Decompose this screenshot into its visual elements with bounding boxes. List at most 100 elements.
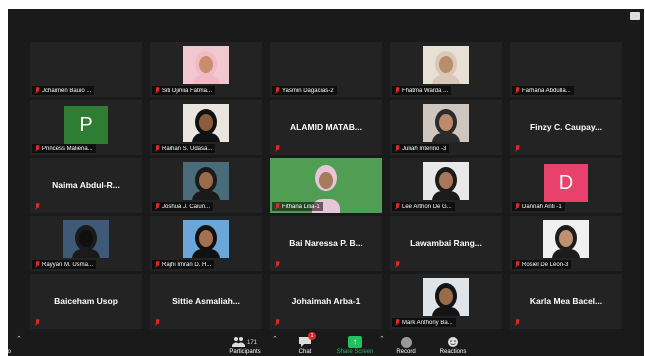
participant-name: Juliah Interino -3 xyxy=(402,145,447,152)
participant-name: Joshua J. Caiun... xyxy=(162,203,211,210)
participant-tile[interactable]: Yasmin Dagacias-2 xyxy=(270,42,382,97)
participant-name-label xyxy=(152,318,163,327)
participant-tile[interactable]: Johaimah Arba-1 xyxy=(270,274,382,329)
participant-display-name: Lawambai Rang... xyxy=(410,238,482,248)
participant-name: Jchaimen Bauio ... xyxy=(42,87,92,94)
view-toggle-icon[interactable] xyxy=(630,12,640,20)
participant-name-label xyxy=(512,318,523,327)
participant-name-label: Juliah Interino -3 xyxy=(392,144,450,153)
muted-mic-icon xyxy=(395,203,400,210)
avatar-initial: P xyxy=(64,106,108,144)
muted-mic-icon xyxy=(155,145,160,152)
chat-icon: 1 xyxy=(298,332,316,348)
chat-badge: 1 xyxy=(308,332,316,340)
muted-mic-icon xyxy=(155,319,160,326)
participant-tile[interactable]: Jchaimen Bauio ... xyxy=(30,42,142,97)
video-options-caret-icon[interactable]: ⌃ xyxy=(16,335,22,343)
participant-tile[interactable]: Sittie Asmaliah... xyxy=(150,274,262,329)
muted-mic-icon xyxy=(35,87,40,94)
muted-mic-icon xyxy=(155,203,160,210)
participant-tile[interactable]: Juliah Interino -3 xyxy=(390,100,502,155)
participant-tile[interactable]: D Dannah Anti -1 xyxy=(510,158,622,213)
participant-display-name: ALAMID MATAB... xyxy=(290,122,362,132)
participant-name: Lee Arthon De G... xyxy=(402,203,452,210)
participant-video-feed xyxy=(423,278,469,316)
participant-video-feed xyxy=(183,220,229,258)
participant-tile[interactable]: Siti Djiniia Fatma... xyxy=(150,42,262,97)
participant-tile[interactable]: Raihan S. Udasa... xyxy=(150,100,262,155)
video-button[interactable]: leo xyxy=(8,349,11,355)
participants-label: Participants xyxy=(229,349,261,355)
participant-name-label: Joshua J. Caiun... xyxy=(152,202,214,211)
muted-mic-icon xyxy=(155,87,160,94)
muted-mic-icon xyxy=(515,87,520,94)
participant-display-name: Johaimah Arba-1 xyxy=(291,296,361,306)
participant-tile[interactable]: Mark Anthony Ba... xyxy=(390,274,502,329)
participant-name-label: Jchaimen Bauio ... xyxy=(32,86,95,95)
participant-name: Princess Maliena... xyxy=(42,145,93,152)
participant-tile[interactable]: Rayyan M. Usma... xyxy=(30,216,142,271)
muted-mic-icon xyxy=(275,261,280,268)
participant-tile[interactable]: Farhana Abdulla... xyxy=(510,42,622,97)
muted-mic-icon xyxy=(515,261,520,268)
record-button[interactable]: Record xyxy=(393,337,419,355)
participant-tile[interactable]: Karla Mea Bacel... xyxy=(510,274,622,329)
participant-video-feed xyxy=(183,104,229,142)
participant-name-label: Yasmin Dagacias-2 xyxy=(272,86,337,95)
reactions-button[interactable]: Reactions xyxy=(436,336,470,355)
participant-tile[interactable]: ALAMID MATAB... xyxy=(270,100,382,155)
muted-mic-icon xyxy=(515,145,520,152)
participants-caret-icon[interactable]: ⌃ xyxy=(272,335,278,343)
share-screen-icon: ↑ xyxy=(348,336,362,348)
participant-name-label xyxy=(512,144,523,153)
participant-tile[interactable]: Joshua J. Caiun... xyxy=(150,158,262,213)
participant-grid: Jchaimen Bauio ... Siti Djiniia Fatma... Y… xyxy=(30,42,624,336)
muted-mic-icon xyxy=(395,319,400,326)
muted-mic-icon xyxy=(515,319,520,326)
chat-button[interactable]: 1 Chat xyxy=(293,332,317,355)
participant-name-label: Raihan S. Udasa... xyxy=(152,144,216,153)
participant-name-label xyxy=(392,260,403,269)
participant-video-feed xyxy=(183,46,229,84)
participant-name-label: Siti Djiniia Fatma... xyxy=(152,86,216,95)
meeting-window: Jchaimen Bauio ... Siti Djiniia Fatma... Y… xyxy=(8,9,644,356)
participant-display-name: Naima Abdul-R... xyxy=(52,180,120,190)
participant-name-label: Lee Arthon De G... xyxy=(392,202,455,211)
participant-tile[interactable]: Lee Arthon De G... xyxy=(390,158,502,213)
participant-name: Raihan S. Udasa... xyxy=(162,145,213,152)
participant-name-label xyxy=(272,318,283,327)
participant-tile[interactable]: Finzy C. Caupay... xyxy=(510,100,622,155)
muted-mic-icon xyxy=(155,261,160,268)
participant-tile[interactable]: Fhatma Warda ... xyxy=(390,42,502,97)
participant-display-name: Sittie Asmaliah... xyxy=(172,296,240,306)
participant-name-label: Rosiel De Leon-3 xyxy=(512,260,572,269)
participant-tile[interactable]: Bai Naressa P. B... xyxy=(270,216,382,271)
participant-tile[interactable]: Rajhi Imran D. H... xyxy=(150,216,262,271)
muted-mic-icon xyxy=(395,87,400,94)
muted-mic-icon xyxy=(275,203,280,210)
participant-video-feed xyxy=(63,220,109,258)
muted-mic-icon xyxy=(275,319,280,326)
muted-mic-icon xyxy=(395,261,400,268)
participant-name-label: Farhana Abdulla... xyxy=(512,86,574,95)
share-screen-button[interactable]: ↑ Share Screen xyxy=(333,336,377,355)
share-caret-icon[interactable]: ⌃ xyxy=(379,335,385,343)
participants-button[interactable]: 171 Participants xyxy=(220,336,270,355)
participant-tile[interactable]: Naima Abdul-R... xyxy=(30,158,142,213)
participant-tile[interactable]: Rosiel De Leon-3 xyxy=(510,216,622,271)
share-screen-label: Share Screen xyxy=(336,349,374,355)
participant-tile[interactable]: Lawambai Rang... xyxy=(390,216,502,271)
participant-tile[interactable]: Fithana Lilia-1 xyxy=(270,158,382,213)
participant-video-feed xyxy=(183,162,229,200)
participant-tile[interactable]: P Princess Maliena... xyxy=(30,100,142,155)
record-label: Record xyxy=(396,349,416,355)
participant-display-name: Bai Naressa P. B... xyxy=(289,238,363,248)
participant-name-label xyxy=(272,144,283,153)
participant-name-label: Mark Anthony Ba... xyxy=(392,318,456,327)
participant-name: Fhatma Warda ... xyxy=(402,87,449,94)
participant-name-label: Dannah Anti -1 xyxy=(512,202,565,211)
participant-tile[interactable]: Baiceham Usop xyxy=(30,274,142,329)
reactions-icon xyxy=(446,336,460,348)
record-icon xyxy=(400,337,412,348)
participant-name-label: Fithana Lilia-1 xyxy=(272,202,323,211)
